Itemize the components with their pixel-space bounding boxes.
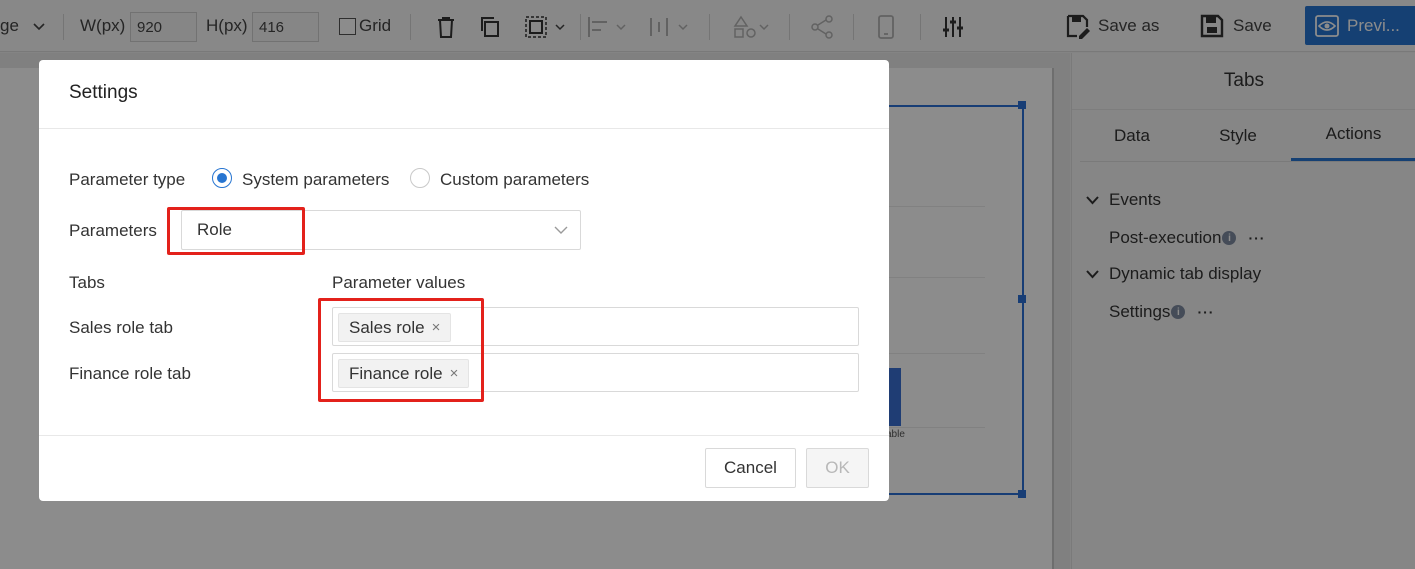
parameters-label: Parameters — [69, 221, 157, 240]
dialog-footer-divider — [39, 435, 889, 436]
radio-system-parameters[interactable] — [212, 168, 232, 188]
cancel-button[interactable]: Cancel — [705, 448, 796, 488]
radio-custom-label[interactable]: Custom parameters — [440, 170, 589, 190]
chevron-down-icon — [554, 226, 568, 234]
ok-button[interactable]: OK — [806, 448, 869, 488]
radio-system-label[interactable]: System parameters — [242, 170, 389, 190]
highlight-box — [167, 207, 305, 255]
dialog-header-divider — [39, 128, 889, 129]
row-tab-label: Sales role tab — [69, 318, 173, 337]
dialog-title: Settings — [69, 82, 138, 103]
parameter-type-label: Parameter type — [69, 170, 186, 189]
highlight-box — [318, 298, 484, 402]
column-header-tabs: Tabs — [69, 273, 105, 292]
settings-dialog: Settings Parameter type System parameter… — [39, 60, 889, 501]
radio-custom-parameters[interactable] — [410, 168, 430, 188]
column-header-parameter-values: Parameter values — [332, 273, 466, 292]
row-tab-label: Finance role tab — [69, 364, 191, 383]
